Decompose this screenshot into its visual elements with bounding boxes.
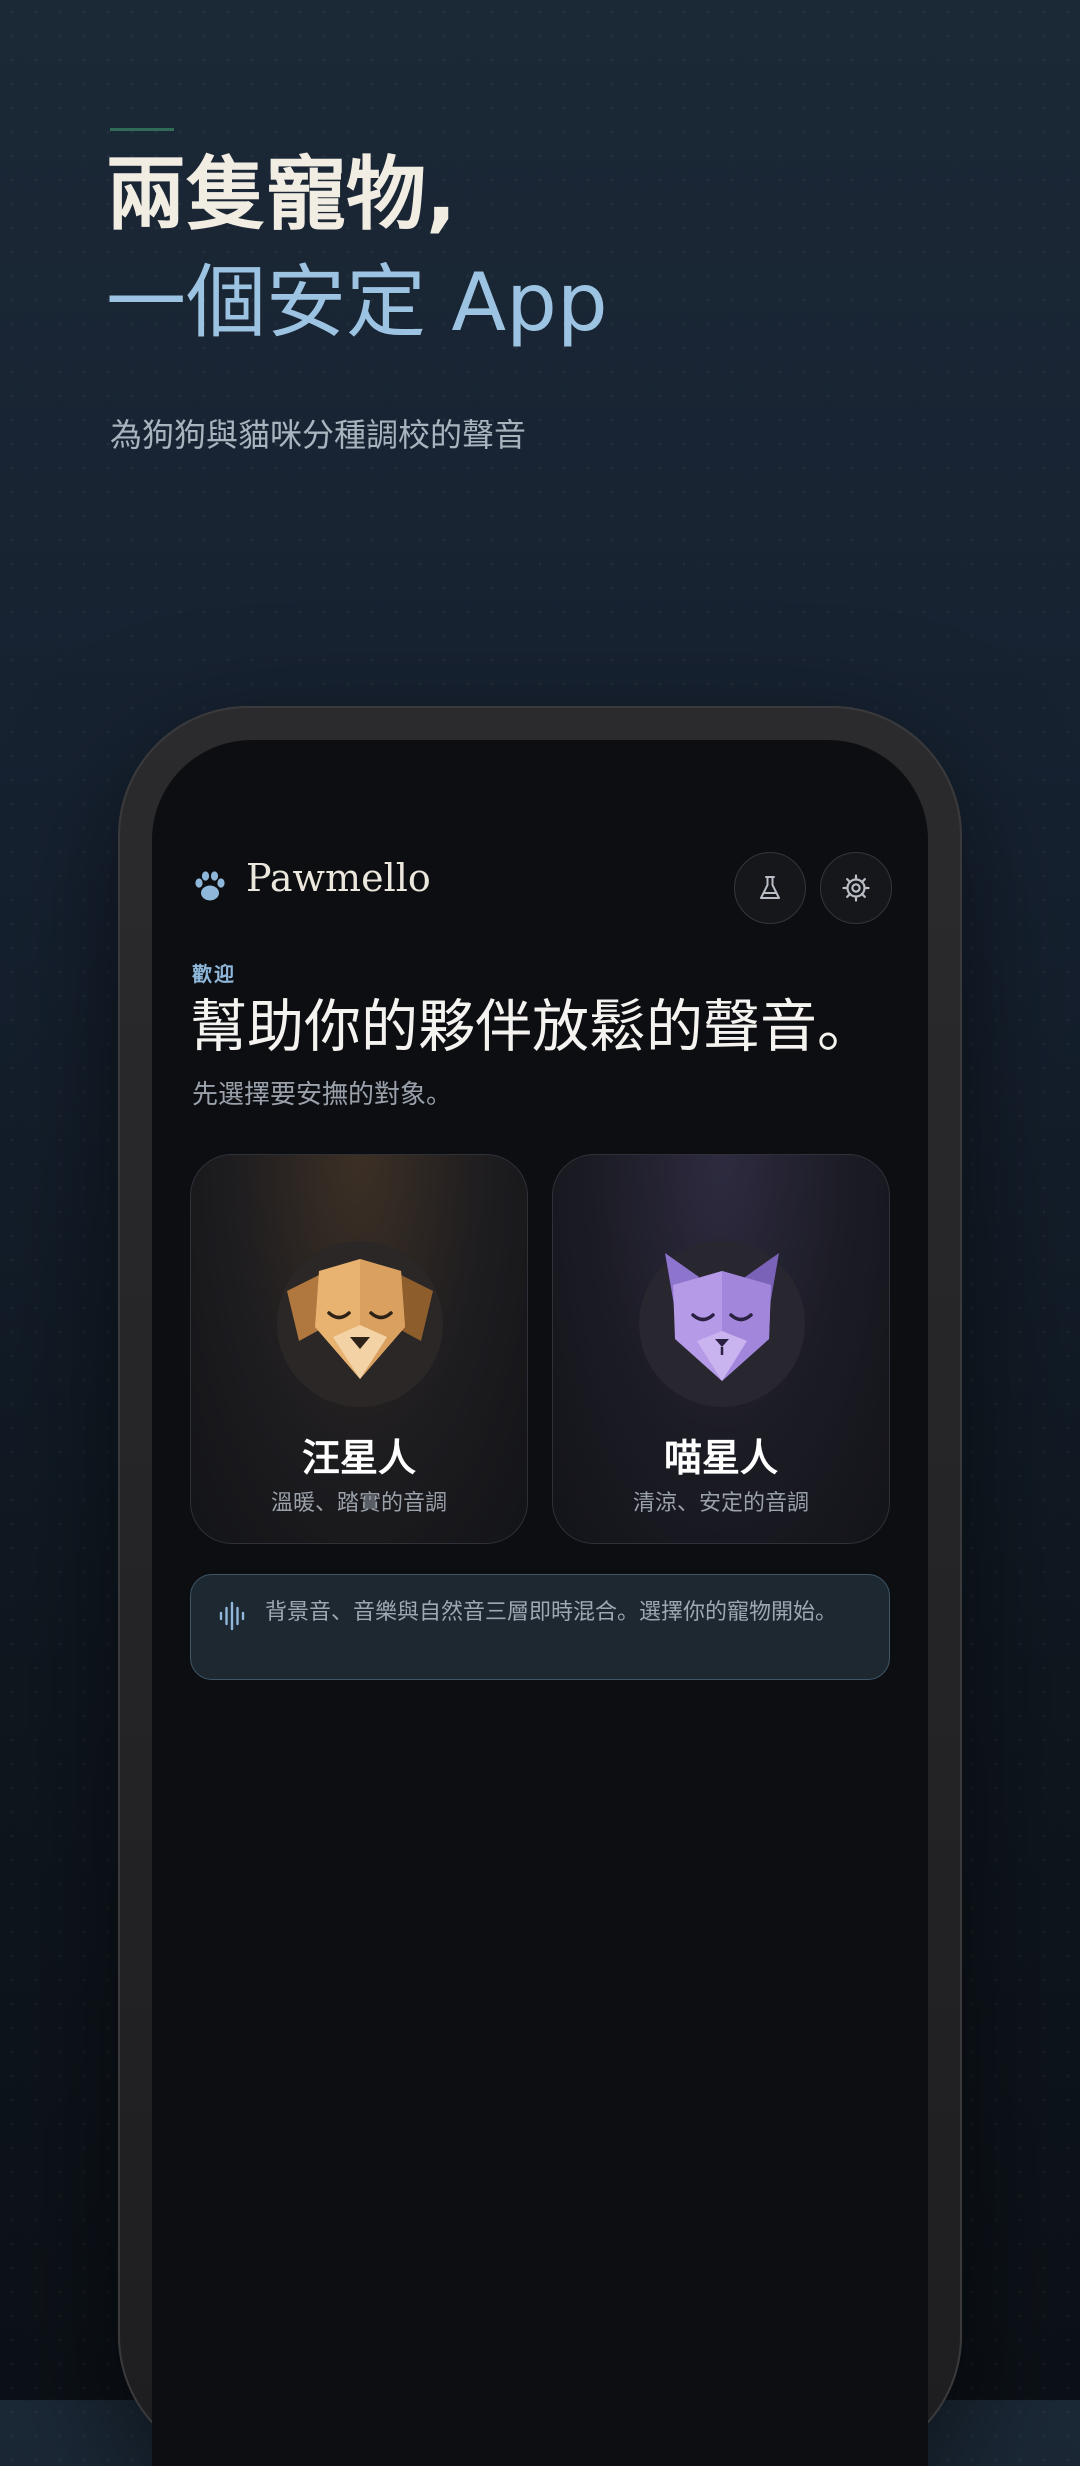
sound-wave-icon [219, 1601, 245, 1631]
settings-button[interactable] [820, 852, 892, 924]
pet-name-dog: 汪星人 [301, 1436, 416, 1480]
pet-desc-dog: 溫暖、踏實的音調 [270, 1491, 447, 1516]
lab-button[interactable] [734, 852, 806, 924]
paw-icon [195, 871, 225, 901]
page-subtitle: 先選擇要安撫的對象。 [192, 1080, 453, 1110]
pet-desc-cat: 清涼、安定的音調 [632, 1491, 809, 1516]
gear-icon [842, 874, 870, 902]
welcome-eyebrow: 歡迎 [192, 962, 236, 986]
pet-card-dog[interactable]: 汪星人 溫暖、踏實的音調 [190, 1154, 528, 1544]
info-text: 背景音、音樂與自然音三層即時混合。選擇你的寵物開始。 [265, 1600, 838, 1625]
hero-title-line1: 兩隻寵物, [106, 148, 457, 241]
hero-subtitle: 為狗狗與貓咪分種調校的聲音 [110, 416, 527, 454]
sleeping-cat-icon [639, 1241, 805, 1407]
phone-screen: Pawmello 歡迎 幫助你的夥伴放鬆的聲音。 先選擇要安撫的對象。 汪星人 … [152, 740, 928, 2466]
page-title: 幫助你的夥伴放鬆的聲音。 [190, 994, 874, 1060]
phone-frame: Pawmello 歡迎 幫助你的夥伴放鬆的聲音。 先選擇要安撫的對象。 汪星人 … [118, 706, 962, 2466]
pet-card-cat[interactable]: 喵星人 清涼、安定的音調 [552, 1154, 890, 1544]
sleeping-dog-icon [277, 1241, 443, 1407]
flask-icon [760, 876, 780, 899]
app-name: Pawmello [246, 856, 431, 900]
hero-title-line2: 一個安定 App [106, 256, 608, 349]
hero-accent-rule [110, 128, 174, 131]
info-banner: 背景音、音樂與自然音三層即時混合。選擇你的寵物開始。 [190, 1574, 890, 1680]
pet-name-cat: 喵星人 [663, 1436, 778, 1480]
